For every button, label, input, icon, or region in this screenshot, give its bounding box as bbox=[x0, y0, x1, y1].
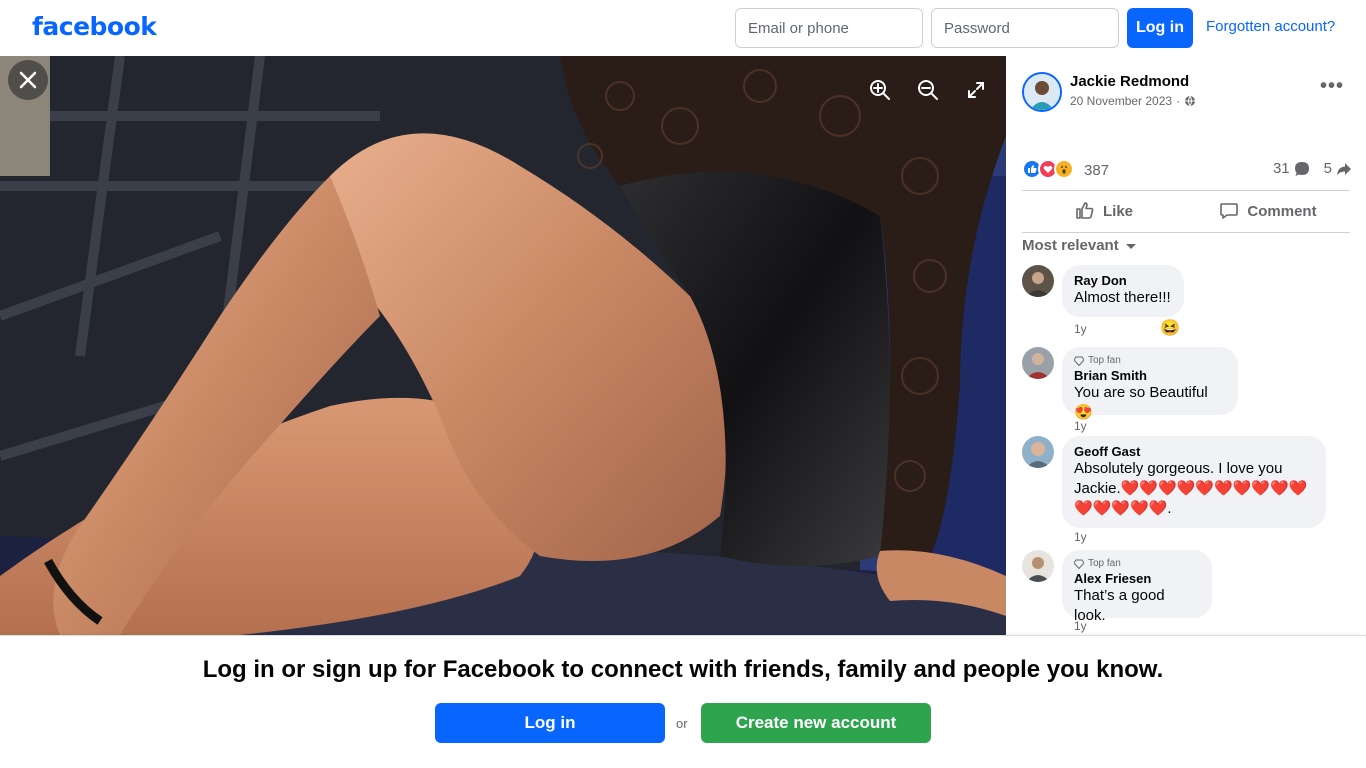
comment-bubble-icon bbox=[1294, 161, 1309, 176]
comment-time[interactable]: 1y bbox=[1074, 322, 1087, 336]
like-label: Like bbox=[1102, 202, 1133, 220]
author-name[interactable]: Jackie Redmond bbox=[1070, 73, 1189, 90]
comment-filter[interactable]: Most relevant bbox=[1022, 237, 1137, 254]
fullscreen-icon bbox=[968, 82, 984, 98]
comment-label: Comment bbox=[1247, 202, 1317, 220]
login-banner: Log in or sign up for Facebook to connec… bbox=[0, 635, 1366, 768]
comment-button[interactable]: Comment bbox=[1186, 191, 1350, 231]
reaction-count[interactable]: 387 bbox=[1084, 162, 1109, 179]
commenter-avatar[interactable] bbox=[1022, 347, 1054, 379]
create-account-button[interactable]: Create new account bbox=[701, 703, 931, 743]
reaction-icons[interactable] bbox=[1022, 159, 1074, 179]
post-photo bbox=[0, 56, 1006, 635]
divider bbox=[1022, 232, 1350, 233]
comment-time[interactable]: 1y bbox=[1074, 619, 1087, 633]
comment-bubble: Ray Don Almost there!!! bbox=[1062, 265, 1184, 317]
top-bar: facebook Log in Forgotten account? bbox=[0, 0, 1366, 56]
comment-bubble: Top fan Alex Friesen That’s a good look. bbox=[1062, 550, 1212, 624]
comment-icon bbox=[1220, 203, 1239, 219]
zoom-in-button[interactable] bbox=[860, 70, 900, 110]
top-fan-badge: Top fan bbox=[1074, 558, 1200, 569]
commenter-avatar[interactable] bbox=[1022, 265, 1054, 297]
filter-label: Most relevant bbox=[1022, 237, 1119, 254]
comment-time[interactable]: 1y bbox=[1074, 419, 1087, 433]
close-icon bbox=[19, 71, 37, 89]
post-panel: Jackie Redmond 20 November 2023 · ••• 38… bbox=[1006, 56, 1366, 635]
banner-title: Log in or sign up for Facebook to connec… bbox=[202, 656, 1164, 683]
banner-login-button[interactable]: Log in bbox=[435, 703, 665, 743]
like-button[interactable]: Like bbox=[1022, 191, 1186, 231]
caret-down-icon bbox=[1125, 243, 1136, 249]
comment-text: You are so Beautiful 😍 bbox=[1074, 384, 1208, 421]
fullscreen-button[interactable] bbox=[956, 70, 996, 110]
login-button[interactable]: Log in bbox=[1127, 8, 1193, 48]
wow-reaction-icon bbox=[1054, 159, 1074, 179]
commenter-name[interactable]: Ray Don bbox=[1074, 273, 1172, 288]
comment-text: That’s a good look. bbox=[1074, 587, 1165, 624]
commenter-name[interactable]: Brian Smith bbox=[1074, 368, 1226, 383]
comment-text: Almost there!!! bbox=[1074, 289, 1171, 306]
top-fan-badge: Top fan bbox=[1074, 355, 1226, 366]
author-avatar[interactable] bbox=[1022, 72, 1062, 112]
photo-viewer bbox=[0, 56, 1006, 635]
comment-reaction-icon[interactable]: 😆 bbox=[1160, 318, 1180, 338]
post-date-text[interactable]: 20 November 2023 bbox=[1070, 94, 1172, 108]
post-actions: Like Comment bbox=[1022, 191, 1350, 231]
zoom-in-icon bbox=[870, 80, 890, 100]
close-photo-button[interactable] bbox=[8, 60, 48, 100]
comment-time[interactable]: 1y bbox=[1074, 530, 1087, 544]
forgotten-account-link[interactable]: Forgotten account? bbox=[1206, 18, 1335, 35]
share-count[interactable]: 5 bbox=[1324, 160, 1352, 177]
or-label: or bbox=[676, 716, 688, 731]
comment-text: Absolutely gorgeous. I love you Jackie.❤… bbox=[1074, 460, 1308, 517]
diamond-icon bbox=[1074, 356, 1084, 366]
zoom-out-button[interactable] bbox=[908, 70, 948, 110]
engagement-counts: 31 5 bbox=[1273, 160, 1352, 177]
comment-bubble: Top fan Brian Smith You are so Beautiful… bbox=[1062, 347, 1238, 421]
commenter-avatar[interactable] bbox=[1022, 436, 1054, 468]
share-arrow-icon bbox=[1337, 162, 1351, 175]
diamond-icon bbox=[1074, 559, 1084, 569]
commenter-name[interactable]: Geoff Gast bbox=[1074, 444, 1314, 459]
comment-count[interactable]: 31 bbox=[1273, 160, 1310, 177]
commenter-avatar[interactable] bbox=[1022, 550, 1054, 582]
globe-icon bbox=[1185, 95, 1196, 107]
email-field[interactable] bbox=[735, 8, 923, 48]
more-options-icon[interactable]: ••• bbox=[1316, 76, 1348, 102]
thumbs-up-icon bbox=[1076, 202, 1094, 219]
facebook-logo[interactable]: facebook bbox=[32, 12, 157, 41]
comment-bubble: Geoff Gast Absolutely gorgeous. I love y… bbox=[1062, 436, 1326, 528]
post-date: 20 November 2023 · bbox=[1070, 94, 1196, 108]
commenter-name[interactable]: Alex Friesen bbox=[1074, 571, 1200, 586]
password-field[interactable] bbox=[931, 8, 1119, 48]
zoom-out-icon bbox=[918, 80, 938, 100]
